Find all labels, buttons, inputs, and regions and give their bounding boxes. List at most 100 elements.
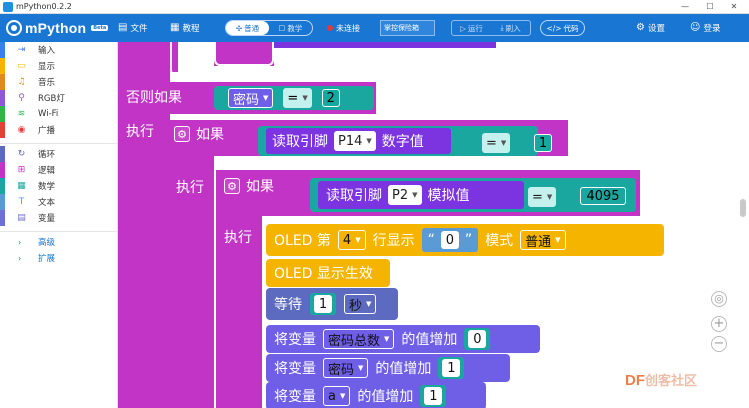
inc-0-block[interactable]: 0 [464,328,491,350]
login-button[interactable]: ☺ 登录 [690,20,720,36]
sidebar-item-label: 广播 [38,126,56,136]
logo-badge: Beta [91,25,109,31]
pin-p14-select[interactable]: P14 ▼ [334,131,376,151]
app-icon [3,1,13,12]
compare-password-block[interactable]: 密码 ▼ = ▼ 2 [214,86,374,110]
category-color-bar [0,210,5,226]
sidebar-item-math[interactable]: ▦ 数学 [0,178,117,194]
else-if-label: 否则如果 [126,86,182,108]
read-pin-digital-block[interactable]: 读取引脚 P14 ▼ 数字值 [266,128,451,154]
num-2-input[interactable]: 2 [321,89,340,107]
advanced-label: 高级 [38,238,56,248]
oled-show-block[interactable]: OLED 第 4 ▼ 行显示 “ 0 ” 模式 普通 ▼ [266,224,664,256]
sidebar-item-broadcast[interactable]: ◉ 广播 [0,122,117,138]
else-if-text: 否则如果 [126,90,182,106]
oled-mode-select[interactable]: 普通 ▼ [520,230,566,250]
inc-a-input[interactable]: 1 [424,387,443,405]
mode-teach-tab[interactable]: ☐ 教学 [269,21,312,35]
close-button[interactable]: ✕ [727,0,741,13]
sidebar-item-advanced[interactable]: › 高级 [0,234,117,250]
sidebar-item-extend[interactable]: › 扩展 [0,250,117,266]
device-select[interactable]: 掌控保险箱 [380,20,435,36]
oled-text-input[interactable]: 0 [440,231,459,249]
num-1-input[interactable]: 1 [534,134,552,152]
tutorial-button[interactable]: ▦ 教程 [170,20,199,36]
wait-unit-select[interactable]: 秒 ▼ [344,294,377,314]
sidebar-item-label: 显示 [38,62,56,72]
oled-text-block[interactable]: “ 0 ” [421,228,479,252]
eq-op-select-3[interactable]: = ▼ [528,187,557,207]
var-password-select[interactable]: 密码 ▼ [228,88,274,108]
eq-op-select-2[interactable]: = ▼ [482,133,511,153]
sidebar-item-variable[interactable]: ▤ 变量 [0,210,117,226]
wait-value-input[interactable]: 1 [314,295,332,313]
gear-icon[interactable]: ⚙ [174,126,190,142]
sidebar-item-display[interactable]: ▭ 显示 [0,58,117,74]
files-button[interactable]: ▤ 文件 [118,20,147,36]
file-icon: ▤ [118,22,128,33]
exec-label-3: 执行 [224,230,252,246]
block-workspace[interactable]: 否则如果 密码 ▼ = ▼ 2 执行 ⚙ 如果 读取引脚 P14 ▼ 数字值 =… [118,42,749,408]
sidebar-item-bulb[interactable]: ⚲ RGB灯 [0,90,117,106]
sidebar-item-label: 变量 [38,214,56,224]
var-a-select[interactable]: a ▼ [323,386,351,406]
bulb-icon: ⚲ [18,93,25,103]
run-group: ▷ 运行 ⤓ 刷入 [451,20,531,36]
recenter-icon[interactable]: ◎ [711,291,727,307]
chevron-right-icon: › [18,237,22,247]
category-color-bar [0,74,5,90]
var-inc-total-block[interactable]: 将变量 密码总数 ▼ 的值增加 0 [266,325,540,353]
wait-block[interactable]: 等待 1 秒 ▼ [266,288,398,320]
var-inc-password-block[interactable]: 将变量 密码 ▼ 的值增加 1 [266,354,510,382]
category-color-bar [0,58,5,74]
connection-status-label: 未连接 [336,23,360,33]
wait-value-block[interactable]: 1 [310,293,336,315]
sidebar-item-logic[interactable]: ⊞ 逻辑 [0,162,117,178]
inc-1-input[interactable]: 1 [442,359,461,377]
connection-status[interactable]: 未连接 [327,20,360,36]
maximize-button[interactable]: ☐ [703,0,717,13]
exec-label-1: 执行 [126,124,154,140]
flash-button[interactable]: ⤓ 刷入 [491,23,530,34]
gear-icon[interactable]: ⚙ [224,178,240,194]
var-inc-a-block[interactable]: 将变量 a ▼ 的值增加 1 [266,382,486,408]
sidebar-item-text[interactable]: T 文本 [0,194,117,210]
eq-op-select-1[interactable]: = ▼ [283,88,312,108]
inner-if-2[interactable]: ⚙ 如果 [224,175,274,197]
variable-icon: ▤ [17,213,26,223]
var-pw-select[interactable]: 密码 ▼ [323,358,369,378]
inc-a-block[interactable]: 1 [420,385,447,407]
sidebar-item-music[interactable]: ♫ 音乐 [0,74,117,90]
run-button[interactable]: ▷ 运行 [452,23,491,34]
pin-p2-select[interactable]: P2 ▼ [388,185,422,205]
category-color-bar [0,42,5,58]
minimize-button[interactable]: — [678,0,692,13]
partial-block-top [246,42,496,48]
oled-apply-block[interactable]: OLED 显示生效 [266,259,390,287]
status-dot-icon [327,25,333,31]
book-icon: ▦ [170,22,180,33]
inc-1-block[interactable]: 1 [438,357,465,379]
vertical-scrollbar[interactable] [740,199,746,217]
settings-button[interactable]: ⚙ 设置 [636,20,665,36]
zoom-in-icon[interactable]: + [711,316,727,332]
sidebar-item-input[interactable]: ⇥ 输入 [0,42,117,58]
exec-label-2: 执行 [176,180,204,196]
window-title: mPython0.2.2 [16,2,72,11]
num-4095-input[interactable]: 4095 [580,187,626,205]
category-color-bar [0,178,5,194]
var-total-select[interactable]: 密码总数 ▼ [323,329,395,349]
mode-normal-tab[interactable]: ✣ 普通 [226,21,269,35]
inner-if-1[interactable]: ⚙ 如果 [174,123,224,145]
sidebar-item-loop[interactable]: ↻ 循环 [0,146,117,162]
inc-0-input[interactable]: 0 [468,330,487,348]
watermark: DF创客社区 [625,370,697,389]
oled-row-select[interactable]: 4 ▼ [337,230,366,250]
code-button[interactable]: </> 代码 [540,20,585,36]
display-icon: ▭ [17,61,26,71]
zoom-out-icon[interactable]: − [711,336,727,352]
read-pin-analog-block[interactable]: 读取引脚 P2 ▼ 模拟值 [318,181,524,209]
sidebar-item-wifi[interactable]: ≋ Wi-Fi [0,106,117,122]
sidebar-item-label: 文本 [38,198,56,208]
inner-if-1-spine [168,120,214,408]
